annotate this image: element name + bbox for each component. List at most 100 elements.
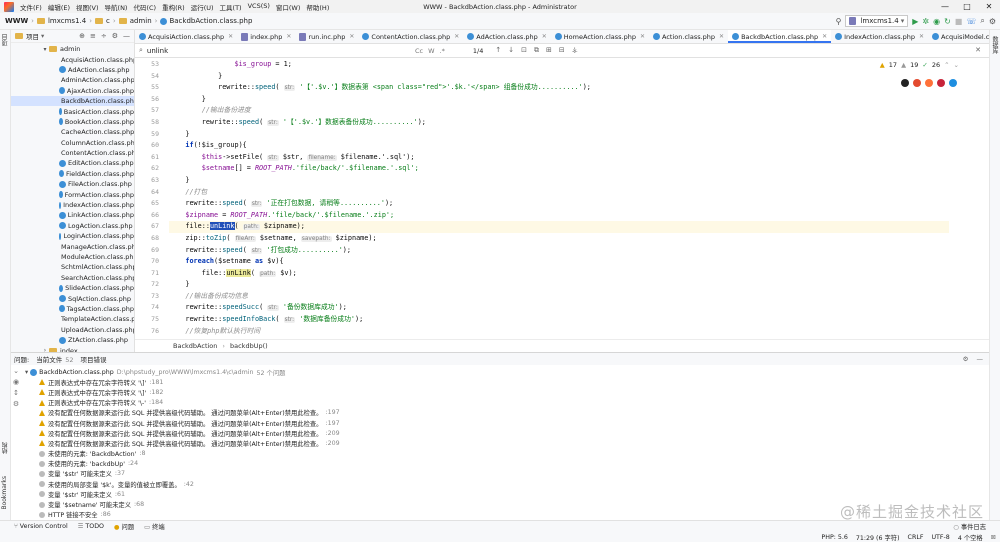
- code-view[interactable]: 53 54 55 56 57 58 59 60 61 62 63 64 65 66 67 68 69 70 71 72…: [135, 59, 989, 339]
- file-encoding[interactable]: UTF-8: [931, 534, 949, 541]
- tree-file[interactable]: SlideAction.class.php: [11, 283, 134, 293]
- indent-setting[interactable]: 4 个空格: [958, 533, 983, 542]
- tree-folder-admin[interactable]: ▾ admin: [11, 44, 134, 54]
- edge-icon[interactable]: [949, 79, 957, 87]
- prev-match-icon[interactable]: ↑: [495, 46, 501, 55]
- tree-file[interactable]: SqlAction.class.php: [11, 293, 134, 303]
- todo-tab[interactable]: ☰ TODO: [78, 523, 104, 530]
- menu-item[interactable]: VCS(S): [245, 2, 273, 12]
- editor-tab[interactable]: AcquisiModel.class.php✕: [928, 30, 989, 43]
- line-number[interactable]: 69: [135, 245, 165, 257]
- problem-row[interactable]: 正则表达式中存在冗余字符转义 '\]':181: [11, 377, 989, 387]
- problem-row[interactable]: 没有配置任何数据源来运行此 SQL 并提供高级代码辅助。 通过问题菜单(Alt+…: [11, 418, 989, 428]
- tree-folder[interactable]: › index: [11, 345, 134, 352]
- tree-file[interactable]: ColumnAction.class.php: [11, 138, 134, 148]
- coverage-icon[interactable]: ◉: [933, 17, 940, 26]
- line-number[interactable]: 58: [135, 117, 165, 129]
- menu-item[interactable]: 工具(T): [217, 2, 245, 12]
- bookmarks-tool-tab[interactable]: Bookmarks: [1, 476, 8, 510]
- match-case-toggle[interactable]: Cc: [415, 47, 423, 55]
- lock-icon[interactable]: ⊠: [991, 534, 996, 541]
- settings-icon[interactable]: ⚙: [989, 17, 996, 26]
- select-all-icon[interactable]: ⊡: [521, 46, 527, 55]
- line-number[interactable]: 53: [135, 59, 165, 71]
- problem-row[interactable]: 未使用的元素: 'backdbUp':24: [11, 459, 989, 469]
- line-number[interactable]: 67: [135, 221, 165, 233]
- locate-icon[interactable]: ⊕: [79, 32, 85, 40]
- breadcrumb-class[interactable]: BackdbAction: [173, 342, 217, 350]
- editor-tab[interactable]: IndexAction.class.php ✕: [831, 30, 928, 43]
- menu-item[interactable]: 视图(V): [73, 2, 102, 12]
- php-version[interactable]: PHP: 5.6: [821, 534, 847, 541]
- menu-item[interactable]: 文件(F): [17, 2, 45, 12]
- problem-row[interactable]: 没有配置任何数据源来运行此 SQL 并提供高级代码辅助。 通过问题菜单(Alt+…: [11, 438, 989, 448]
- close-button[interactable]: ✕: [978, 0, 1000, 13]
- event-log-button[interactable]: ○ 事件日志: [953, 522, 986, 531]
- collapse-icon[interactable]: ≡: [90, 32, 96, 40]
- editor-tab[interactable]: HomeAction.class.php ✕: [551, 30, 649, 43]
- hide-icon[interactable]: —: [123, 32, 130, 40]
- user-icon[interactable]: ⚲: [836, 17, 842, 26]
- menu-item[interactable]: 窗口(W): [273, 2, 304, 12]
- menu-item[interactable]: 帮助(H): [303, 2, 332, 12]
- tree-file[interactable]: UploadAction.class.php: [11, 325, 134, 335]
- database-tool-tab[interactable]: 数据库: [990, 36, 999, 54]
- problems-tab-project[interactable]: 项目错误: [80, 354, 113, 364]
- tree-file[interactable]: ZtAction.class.php: [11, 335, 134, 345]
- menu-item[interactable]: 代码(C): [130, 2, 159, 12]
- tree-file[interactable]: BookAction.class.php: [11, 117, 134, 127]
- project-panel-title[interactable]: 项目: [26, 31, 39, 41]
- tree-file[interactable]: LogAction.class.php: [11, 221, 134, 231]
- nav-crumb-c[interactable]: c: [93, 17, 112, 25]
- gear-icon[interactable]: ⚙: [112, 32, 118, 40]
- problem-row[interactable]: 正则表达式中存在冗余字符转义 '\-':184: [11, 398, 989, 408]
- run-config-select[interactable]: lmxcms1.4 ▾: [845, 15, 909, 27]
- occurrence-icon[interactable]: ⧉: [534, 46, 539, 55]
- line-number[interactable]: 75: [135, 314, 165, 326]
- breadcrumb-method[interactable]: backdbUp(): [230, 342, 268, 350]
- problems-tab[interactable]: ● 问题: [114, 522, 134, 531]
- line-number[interactable]: 74: [135, 302, 165, 314]
- tree-file[interactable]: LoginAction.class.php: [11, 231, 134, 241]
- tree-file[interactable]: FileAction.class.php: [11, 179, 134, 189]
- find-query[interactable]: ⌕ unlink: [135, 46, 397, 55]
- line-number[interactable]: 76: [135, 326, 165, 338]
- tree-file[interactable]: CacheAction.class.php: [11, 127, 134, 137]
- editor-tab[interactable]: AcquisiAction.class.php ✕: [135, 30, 237, 43]
- tree-file[interactable]: BackdbAction.class.php: [11, 95, 134, 107]
- line-number[interactable]: 71: [135, 268, 165, 280]
- code-lines[interactable]: $is_group = 1; } rewrite::speed( str: '【…: [169, 59, 949, 339]
- close-tab-icon[interactable]: ✕: [228, 33, 233, 40]
- editor-tab[interactable]: run.inc.php ✕: [295, 30, 358, 43]
- problem-row[interactable]: 变量 '$str' 可能未定义:37: [11, 469, 989, 479]
- tree-file[interactable]: AcquisiAction.class.php: [11, 54, 134, 64]
- editor-tab[interactable]: ContentAction.class.php ✕: [358, 30, 463, 43]
- line-number[interactable]: 63: [135, 175, 165, 187]
- line-number[interactable]: 62: [135, 163, 165, 175]
- profile-icon[interactable]: ↻: [944, 17, 951, 26]
- close-tab-icon[interactable]: ✕: [640, 33, 645, 40]
- problems-file-row[interactable]: ▾ BackdbAction.class.php D:\phpstudy_pro…: [11, 367, 989, 377]
- hide-icon[interactable]: —: [977, 355, 984, 363]
- inspection-widget[interactable]: ▲ 17 ▲ 19 ✓ 26 ⌃ ⌄: [880, 61, 959, 69]
- menu-item[interactable]: 导航(N): [102, 2, 131, 12]
- problem-row[interactable]: 没有配置任何数据源来运行此 SQL 并提供高级代码辅助。 通过问题菜单(Alt+…: [11, 428, 989, 438]
- close-tab-icon[interactable]: ✕: [822, 33, 827, 40]
- search-everywhere-icon[interactable]: ⌕: [980, 16, 984, 26]
- close-tab-icon[interactable]: ✕: [919, 33, 924, 40]
- find-input[interactable]: unlink: [147, 47, 168, 55]
- listen-icon[interactable]: ☏: [966, 17, 976, 26]
- problem-row[interactable]: 未使用的局部变量 '$k'。变量的值被立即覆盖。:42: [11, 479, 989, 489]
- regex-toggle[interactable]: .*: [440, 47, 445, 55]
- debug-icon[interactable]: ✲: [922, 17, 929, 26]
- caret-position[interactable]: 71:29 (6 字符): [856, 533, 900, 542]
- editor-tab[interactable]: AdAction.class.php ✕: [463, 30, 551, 43]
- terminal-tab[interactable]: ▭ 终端: [144, 522, 165, 531]
- nav-crumb-lmxcms[interactable]: lmxcms1.4: [35, 17, 88, 25]
- run-icon[interactable]: ▶: [912, 17, 918, 26]
- menu-item[interactable]: 编辑(E): [45, 2, 73, 12]
- project-tool-tab[interactable]: 项目: [1, 34, 10, 46]
- line-number[interactable]: 72: [135, 279, 165, 291]
- line-number[interactable]: 55: [135, 82, 165, 94]
- tree-file[interactable]: TagsAction.class.php: [11, 304, 134, 314]
